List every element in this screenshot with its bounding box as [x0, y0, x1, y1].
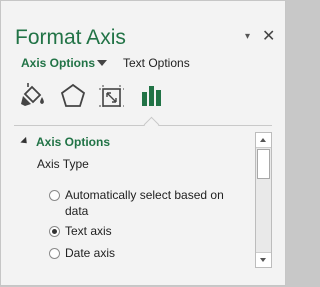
- effects-icon[interactable]: [59, 82, 89, 110]
- scroll-down-button[interactable]: [256, 252, 271, 267]
- pane-title: Format Axis: [15, 26, 126, 49]
- radio-button[interactable]: [49, 248, 60, 259]
- fill-line-icon[interactable]: [19, 82, 49, 110]
- vertical-scrollbar[interactable]: [255, 132, 272, 268]
- tab-text-options[interactable]: Text Options: [123, 56, 190, 70]
- axis-options-icon[interactable]: [137, 82, 167, 110]
- radio-button[interactable]: [49, 226, 60, 237]
- task-pane-options-icon[interactable]: ▾: [245, 31, 250, 42]
- radio-label[interactable]: Automatically select based on data: [65, 187, 235, 219]
- scroll-thumb[interactable]: [257, 149, 270, 179]
- radio-label[interactable]: Date axis: [65, 245, 235, 261]
- radio-label[interactable]: Text axis: [65, 223, 235, 239]
- tab-axis-options[interactable]: Axis Options: [21, 56, 95, 70]
- chevron-down-icon: [260, 258, 266, 262]
- format-axis-pane: Format Axis ▾ ✕ Axis Options Text Option…: [0, 0, 286, 286]
- divider: [14, 125, 272, 126]
- radio-button[interactable]: [49, 190, 60, 201]
- chevron-up-icon: [260, 138, 266, 142]
- size-properties-icon[interactable]: [97, 82, 127, 110]
- selected-tab-pointer: [143, 116, 160, 133]
- chevron-down-icon[interactable]: [97, 60, 107, 66]
- section-header[interactable]: Axis Options: [36, 135, 110, 149]
- close-icon[interactable]: ✕: [262, 26, 275, 46]
- collapse-triangle-icon[interactable]: [20, 136, 30, 147]
- scroll-up-button[interactable]: [256, 133, 271, 148]
- axis-type-label: Axis Type: [37, 157, 89, 171]
